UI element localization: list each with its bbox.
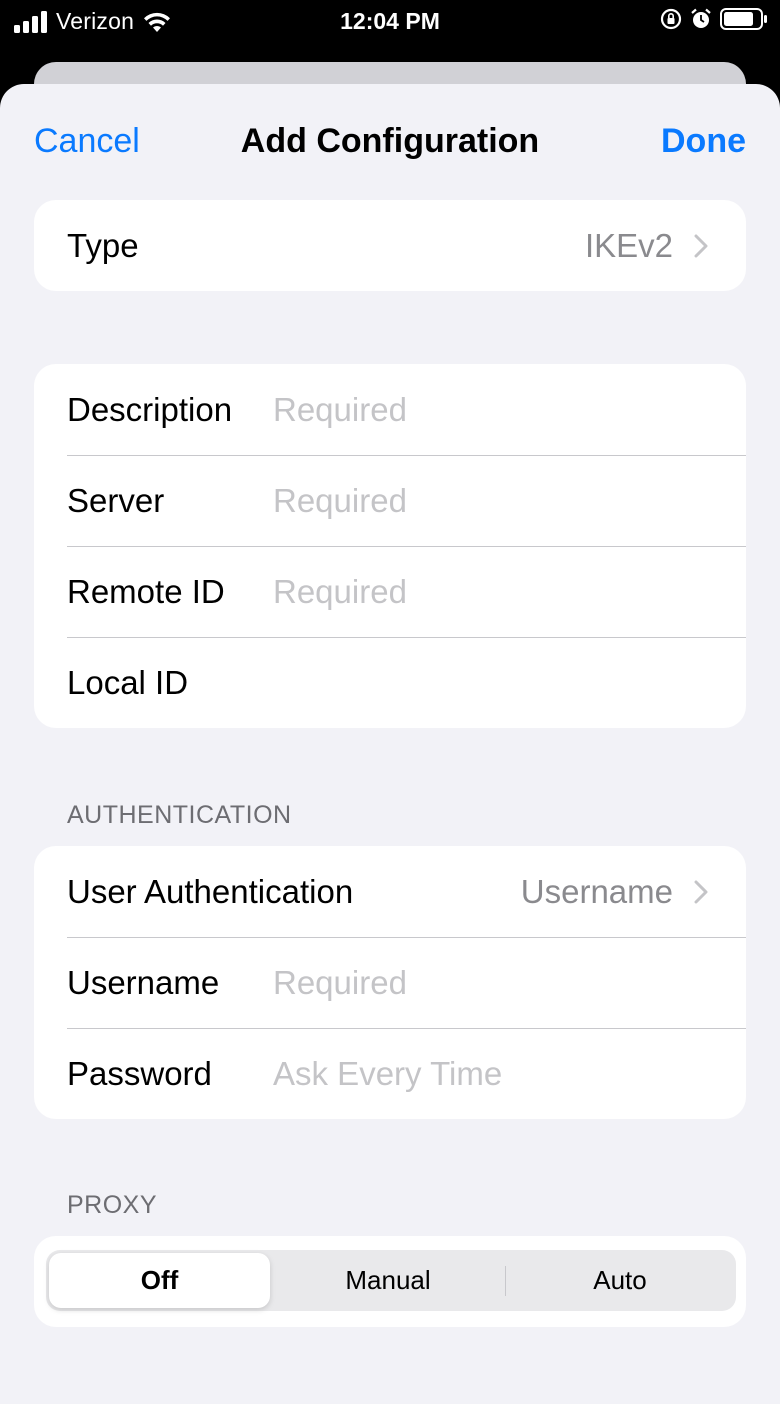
remote-id-row[interactable]: Remote ID [34, 546, 746, 637]
proxy-option-auto[interactable]: Auto [506, 1253, 734, 1308]
username-field[interactable] [273, 963, 726, 1002]
username-label: Username [67, 963, 220, 1001]
server-field[interactable] [273, 481, 726, 520]
proxy-group: Off Manual Auto [34, 1236, 746, 1327]
proxy-option-manual[interactable]: Manual [272, 1253, 504, 1308]
user-authentication-row[interactable]: User Authentication Username [34, 846, 746, 937]
status-bar: Verizon 12:04 PM [0, 0, 780, 44]
status-right [660, 8, 768, 30]
user-authentication-value: Username [520, 872, 673, 910]
authentication-group: User Authentication Username Username Pa… [34, 846, 746, 1119]
server-label: Server [67, 481, 165, 519]
type-row[interactable]: Type IKEv2 [34, 200, 746, 291]
proxy-header: PROXY [67, 1191, 158, 1219]
type-group: Type IKEv2 [34, 200, 746, 291]
connection-group: Description Server Remote ID Local ID [34, 364, 746, 728]
type-label: Type [67, 226, 139, 264]
orientation-lock-icon [660, 8, 682, 30]
chevron-right-icon [694, 880, 708, 903]
chevron-right-icon [694, 234, 708, 257]
remote-id-label: Remote ID [67, 572, 225, 610]
remote-id-field[interactable] [273, 572, 726, 611]
type-value: IKEv2 [584, 226, 673, 264]
local-id-field[interactable] [273, 663, 726, 702]
password-row[interactable]: Password [34, 1028, 746, 1119]
done-button[interactable]: Done [661, 122, 746, 161]
local-id-label: Local ID [67, 663, 189, 701]
password-label: Password [67, 1054, 212, 1092]
server-row[interactable]: Server [34, 455, 746, 546]
proxy-segmented-control: Off Manual Auto [46, 1250, 736, 1311]
description-field[interactable] [273, 390, 726, 429]
description-row[interactable]: Description [34, 364, 746, 455]
local-id-row[interactable]: Local ID [34, 637, 746, 728]
alarm-icon [691, 8, 711, 28]
username-row[interactable]: Username [34, 937, 746, 1028]
description-label: Description [67, 390, 233, 428]
battery-icon [720, 8, 767, 30]
proxy-option-off[interactable]: Off [49, 1253, 270, 1308]
password-field[interactable] [273, 1054, 726, 1093]
user-authentication-label: User Authentication [67, 872, 354, 910]
authentication-header: AUTHENTICATION [67, 801, 292, 829]
